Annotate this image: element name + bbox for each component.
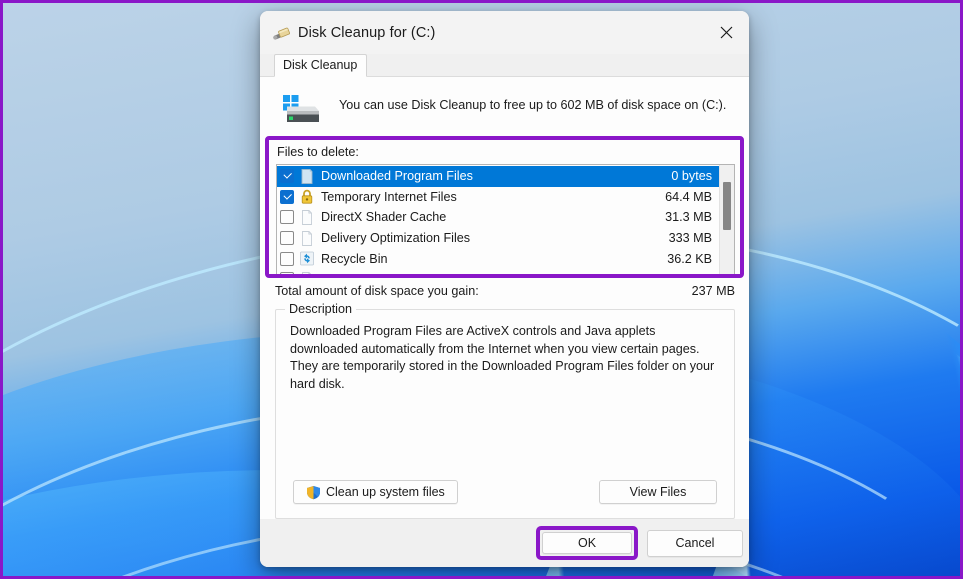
tab-disk-cleanup[interactable]: Disk Cleanup xyxy=(274,54,368,77)
ok-button[interactable]: OK xyxy=(542,532,632,554)
list-item-name: Temporary Internet Files xyxy=(321,189,457,204)
list-item-name: Delivery Optimization Files xyxy=(321,231,471,246)
list-item-size: 31.3 MB xyxy=(665,210,712,225)
tab-strip: Disk Cleanup xyxy=(260,54,749,77)
total-space-label: Total amount of disk space you gain: xyxy=(275,284,479,298)
clean-up-system-files-label: Clean up system files xyxy=(326,485,445,499)
checkbox[interactable] xyxy=(280,272,294,274)
broom-icon xyxy=(270,22,292,44)
list-item-size: 36.2 KB xyxy=(667,251,712,266)
document-icon xyxy=(299,230,315,247)
view-files-label: View Files xyxy=(629,485,687,499)
total-space-row: Total amount of disk space you gain: 237… xyxy=(275,284,735,298)
ok-button-label: OK xyxy=(577,536,597,550)
header-description: You can use Disk Cleanup to free up to 6… xyxy=(339,98,727,112)
list-item-size: 0 bytes xyxy=(671,169,712,184)
header-row: You can use Disk Cleanup to free up to 6… xyxy=(281,92,736,126)
list-item[interactable] xyxy=(277,269,719,274)
description-group: Description Downloaded Program Files are… xyxy=(275,302,735,519)
document-icon xyxy=(299,271,315,274)
total-space-value: 237 MB xyxy=(691,284,735,298)
checkbox[interactable] xyxy=(280,189,294,204)
padlock-icon xyxy=(299,188,315,205)
list-item-size: 64.4 MB xyxy=(665,189,712,204)
checkbox[interactable] xyxy=(280,169,294,184)
description-buttons: Clean up system files View Files xyxy=(290,480,720,508)
list-item-name: Downloaded Program Files xyxy=(321,169,473,184)
checkbox[interactable] xyxy=(280,231,294,246)
list-item[interactable]: Downloaded Program Files 0 bytes xyxy=(277,166,719,187)
description-text: Downloaded Program Files are ActiveX con… xyxy=(290,324,715,391)
list-item-name: Recycle Bin xyxy=(321,251,388,266)
checkbox[interactable] xyxy=(280,210,294,225)
list-scrollbar-thumb[interactable] xyxy=(723,182,731,230)
dialog-footer: OK Cancel xyxy=(260,519,749,567)
cancel-button-label: Cancel xyxy=(675,536,715,550)
dialog-body: You can use Disk Cleanup to free up to 6… xyxy=(260,77,749,519)
list-item-name: DirectX Shader Cache xyxy=(321,210,447,225)
list-item[interactable]: DirectX Shader Cache 31.3 MB xyxy=(277,207,719,228)
uac-shield-icon xyxy=(306,485,321,500)
list-item-size: 333 MB xyxy=(668,231,712,246)
files-listbox[interactable]: Downloaded Program Files 0 bytes Temporary… xyxy=(276,164,735,274)
document-icon xyxy=(299,209,315,226)
folder-icon xyxy=(299,168,315,185)
close-icon[interactable] xyxy=(703,11,749,54)
window-titlebar[interactable]: Disk Cleanup for (C:) xyxy=(260,11,749,54)
list-item[interactable]: Delivery Optimization Files 333 MB xyxy=(277,228,719,249)
window-title: Disk Cleanup for (C:) xyxy=(298,24,436,41)
clean-up-system-files-button[interactable]: Clean up system files xyxy=(293,480,458,504)
disk-cleanup-dialog: Disk Cleanup for (C:) Disk Cleanup You c… xyxy=(260,11,749,567)
cancel-button[interactable]: Cancel xyxy=(647,529,743,557)
list-item[interactable]: Recycle Bin 36.2 KB xyxy=(277,248,719,269)
ok-button-annotation: OK xyxy=(536,526,638,560)
files-to-delete-annotation: Files to delete: Downloaded Program File… xyxy=(265,136,744,278)
list-scrollbar[interactable] xyxy=(719,165,734,274)
files-to-delete-label: Files to delete: xyxy=(277,145,359,159)
description-legend: Description xyxy=(285,302,356,316)
checkbox[interactable] xyxy=(280,251,294,266)
files-list: Downloaded Program Files 0 bytes Temporary… xyxy=(277,165,719,274)
list-item[interactable]: Temporary Internet Files 64.4 MB xyxy=(277,187,719,208)
view-files-button[interactable]: View Files xyxy=(599,480,717,504)
recycle-bin-icon xyxy=(299,250,315,267)
windows-drive-icon xyxy=(281,94,323,126)
